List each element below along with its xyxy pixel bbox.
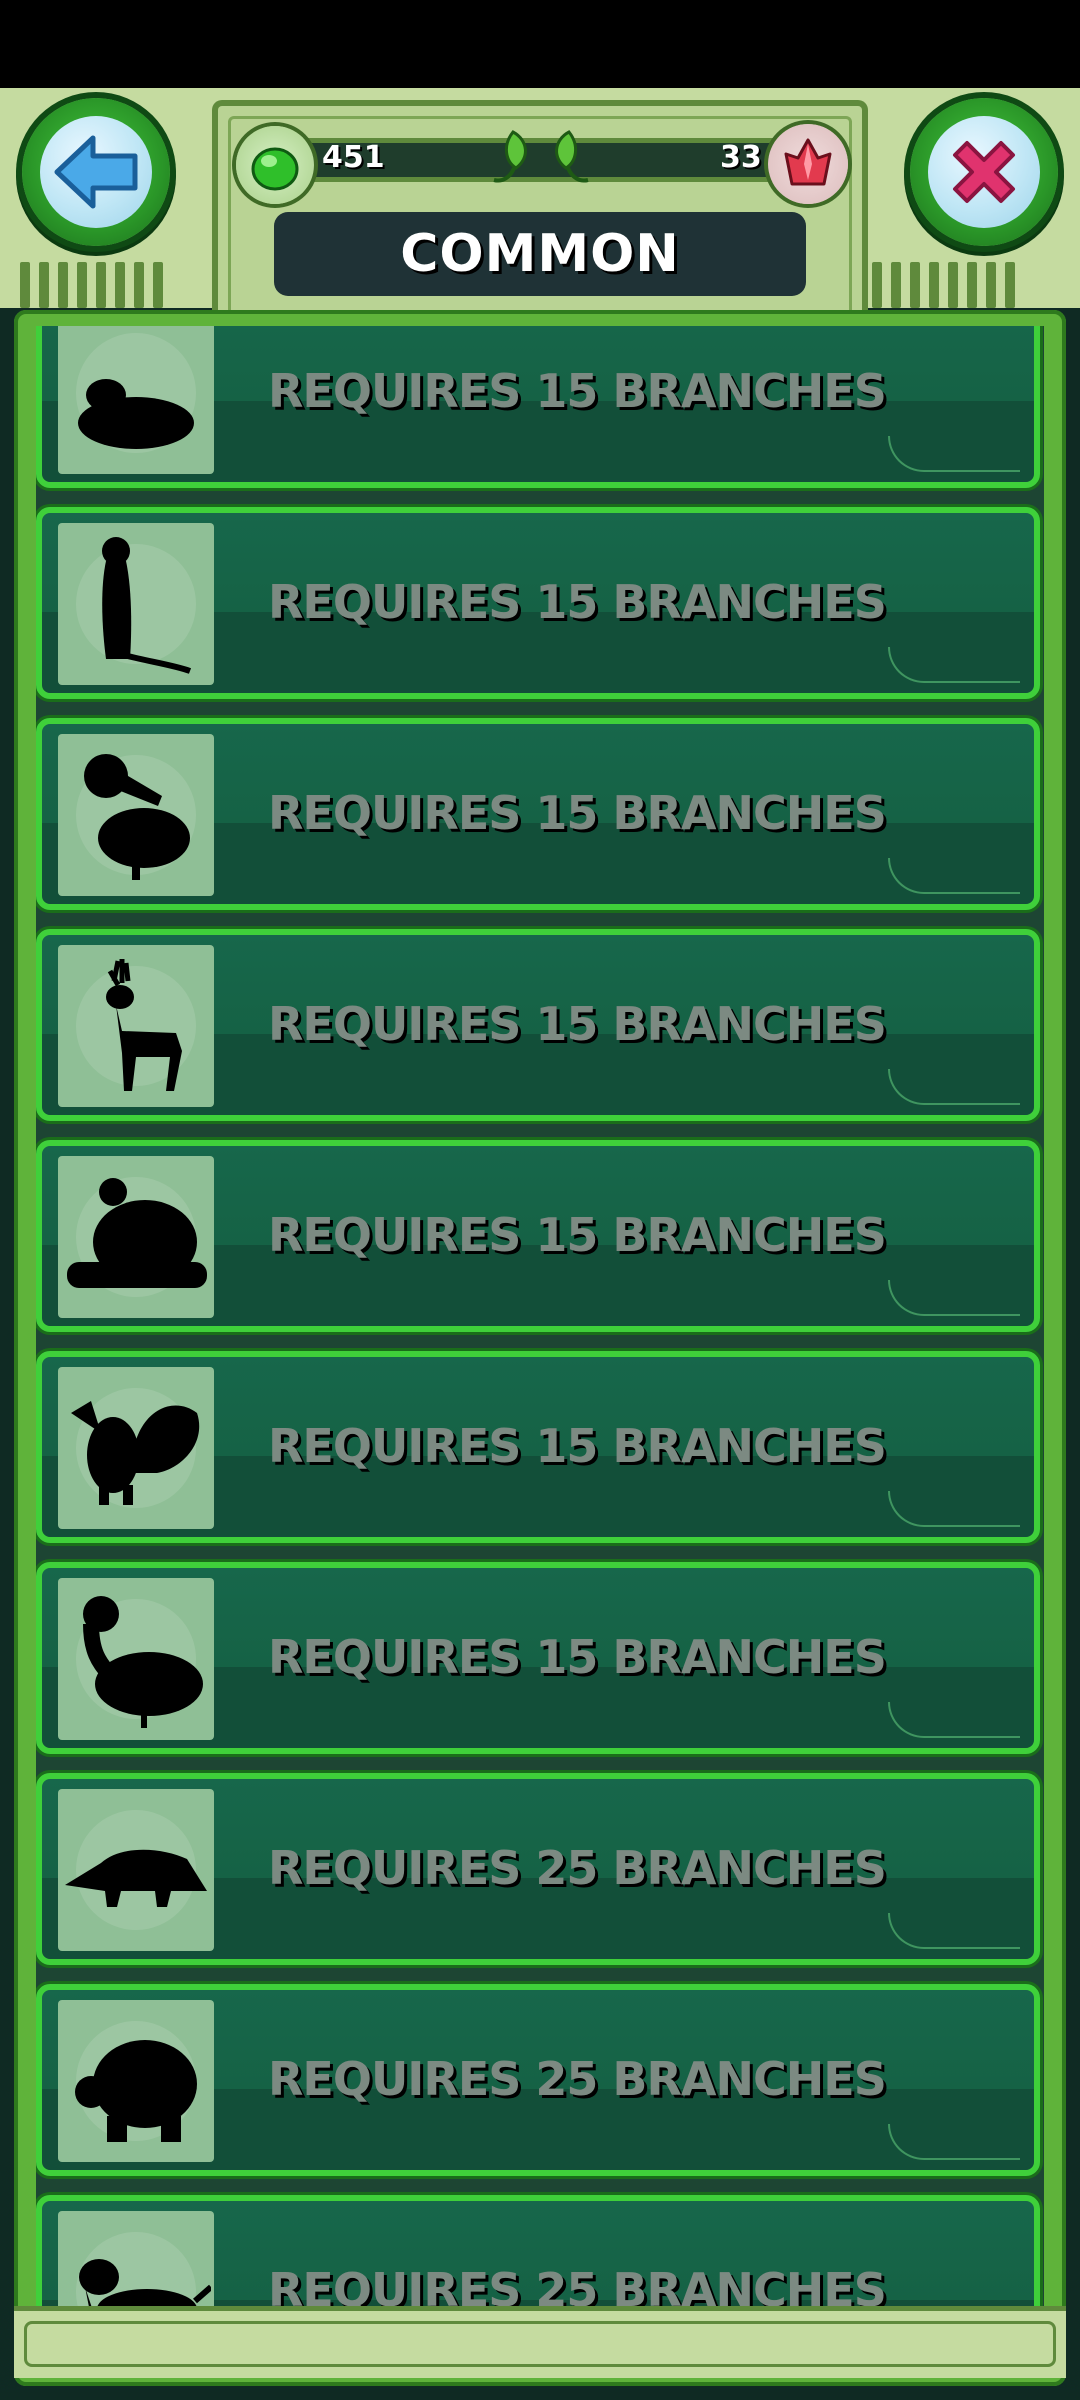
requirement-label: REQUIRES 15 BRANCHES <box>268 364 887 418</box>
list-item[interactable]: REQUIRES 25 BRANCHES <box>36 1773 1040 1965</box>
requirement-label: REQUIRES 15 BRANCHES <box>268 1208 887 1262</box>
creature-thumbnail <box>58 2000 214 2162</box>
anteater-silhouette-icon <box>65 1849 207 1907</box>
frog-silhouette-icon <box>78 379 194 449</box>
left-pillars <box>20 262 163 308</box>
requirement-label: REQUIRES 25 BRANCHES <box>268 2263 887 2317</box>
meerkat-silhouette-icon <box>102 537 192 674</box>
dog-silhouette-icon <box>79 2259 211 2343</box>
requirement-label: REQUIRES 15 BRANCHES <box>268 575 887 629</box>
list-item[interactable]: REQUIRES 15 BRANCHES <box>36 929 1040 1121</box>
back-button[interactable] <box>22 98 170 246</box>
deer-silhouette-icon <box>106 959 182 1091</box>
category-title: COMMON <box>274 212 806 296</box>
list-item[interactable]: REQUIRES 15 BRANCHES <box>36 326 1040 488</box>
requirement-label: REQUIRES 15 BRANCHES <box>268 1419 887 1473</box>
list-viewport[interactable]: REQUIRES 15 BRANCHES REQUIRES 15 BRANCHE… <box>36 326 1044 2356</box>
requirement-label: REQUIRES 15 BRANCHES <box>268 997 887 1051</box>
gem-count: 33 <box>720 140 762 175</box>
squirrel-silhouette-icon <box>71 1401 200 1505</box>
creature-list: REQUIRES 15 BRANCHES REQUIRES 15 BRANCHE… <box>36 326 1044 2356</box>
pelican-silhouette-icon <box>84 754 190 880</box>
right-pillars <box>872 262 1015 308</box>
list-panel: REQUIRES 15 BRANCHES REQUIRES 15 BRANCHE… <box>14 310 1066 2386</box>
tortoise-silhouette-icon <box>75 2040 197 2142</box>
snail-silhouette-icon <box>67 1178 207 1288</box>
list-item[interactable]: REQUIRES 15 BRANCHES <box>36 1140 1040 1332</box>
creature-thumbnail <box>58 1789 214 1951</box>
list-item[interactable]: REQUIRES 15 BRANCHES <box>36 1562 1040 1754</box>
leaf-ornament-icon <box>493 130 527 183</box>
creature-thumbnail <box>58 734 214 896</box>
list-item[interactable]: REQUIRES 15 BRANCHES <box>36 1351 1040 1543</box>
creature-thumbnail <box>58 945 214 1107</box>
close-x-icon <box>953 141 1015 203</box>
red-crystal-icon <box>784 138 832 186</box>
green-leaf-gem-icon <box>251 147 299 191</box>
requirement-label: REQUIRES 25 BRANCHES <box>268 2052 887 2106</box>
list-item[interactable]: REQUIRES 15 BRANCHES <box>36 718 1040 910</box>
swan-silhouette-icon <box>83 1596 203 1728</box>
requirement-label: REQUIRES 25 BRANCHES <box>268 1841 887 1895</box>
leaf-currency <box>236 126 314 204</box>
requirement-label: REQUIRES 15 BRANCHES <box>268 1630 887 1684</box>
leaf-ornament-icon <box>555 130 589 183</box>
requirement-label: REQUIRES 15 BRANCHES <box>268 786 887 840</box>
creature-thumbnail <box>58 2211 214 2356</box>
close-button[interactable] <box>910 98 1058 246</box>
creature-thumbnail <box>58 523 214 685</box>
creature-thumbnail <box>58 1156 214 1318</box>
creature-thumbnail <box>58 1578 214 1740</box>
gem-currency <box>768 124 848 204</box>
list-item[interactable]: REQUIRES 15 BRANCHES <box>36 507 1040 699</box>
list-item[interactable]: REQUIRES 25 BRANCHES <box>36 2195 1040 2356</box>
creature-thumbnail <box>58 326 214 474</box>
leaf-count: 451 <box>322 140 385 175</box>
creature-thumbnail <box>58 1367 214 1529</box>
status-bar <box>0 0 1080 88</box>
list-item[interactable]: REQUIRES 25 BRANCHES <box>36 1984 1040 2176</box>
back-arrow-icon <box>54 135 138 209</box>
